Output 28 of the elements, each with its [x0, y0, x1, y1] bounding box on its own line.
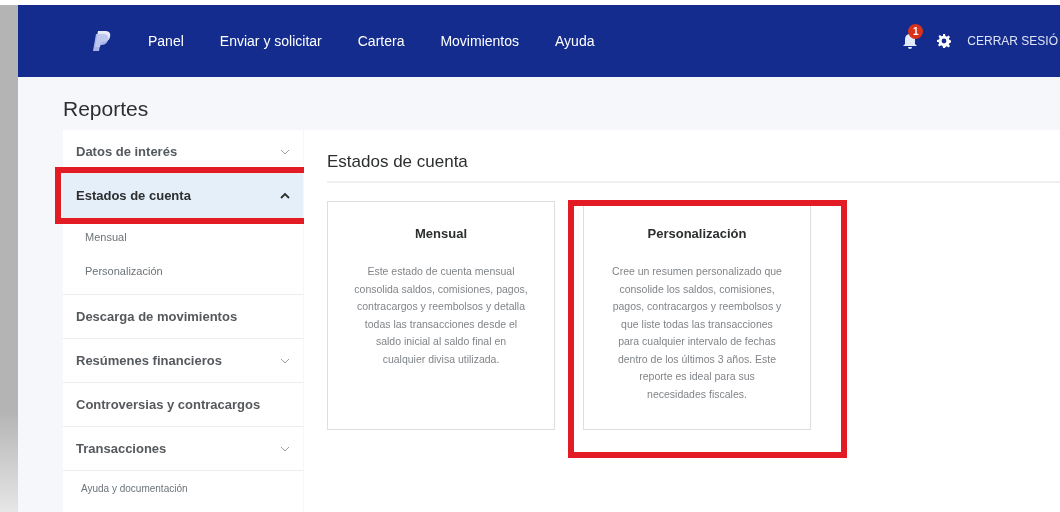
logout-link[interactable]: CERRAR SESIÓ — [967, 34, 1058, 48]
help-link[interactable]: Ayuda y documentación — [63, 471, 188, 494]
settings-icon[interactable] — [937, 34, 952, 48]
nav-link[interactable]: Cartera — [357, 33, 405, 49]
logo-icon[interactable] — [92, 30, 112, 52]
notification-badge: 1 — [908, 24, 924, 39]
page-title: Reportes — [63, 96, 150, 122]
report-card[interactable] — [327, 201, 555, 430]
chevron-up-icon[interactable] — [280, 191, 290, 200]
chevron-down-icon[interactable] — [280, 444, 290, 453]
section-heading: Estados de cuenta — [327, 130, 1060, 183]
chevron-down-icon[interactable] — [280, 147, 290, 156]
card-title: Mensual — [414, 226, 468, 241]
nav-link[interactable]: Enviar y solicitar — [219, 33, 322, 49]
sidebar-item[interactable]: Descarga de movimientos — [63, 295, 303, 339]
nav-link[interactable]: Panel — [148, 33, 184, 49]
submenu-item[interactable]: Mensual — [85, 220, 303, 254]
nav-link[interactable]: Ayuda — [555, 33, 595, 49]
card-title: Personalización — [646, 226, 748, 241]
sidebar-item[interactable]: Estados de cuenta — [63, 174, 303, 218]
card-description: Este estado de cuenta mensual consolida saldos, comisiones, pagos, contracargos y reembolsos y detalla todas las transacciones desde el saldo inicial al saldo final en cualquier divisa utilizada. — [354, 264, 528, 367]
nav-link[interactable]: Movimientos — [440, 33, 519, 49]
chevron-down-icon[interactable] — [280, 356, 290, 365]
sidebar-item[interactable]: Transacciones — [63, 427, 303, 471]
card-description: Cree un resumen personalizado que consolide los saldos, comisiones, pagos, contracargos y reembolsos y que liste todas las transacciones para cualquier intervalo de fechas dentro de los últimos 3 años. Este reporte es ideal para sus necesidades fiscales. — [611, 264, 783, 402]
submenu-item[interactable]: Personalización — [85, 254, 303, 288]
sidebar-item[interactable]: Controversias y contracargos — [63, 383, 303, 427]
sidebar-item[interactable]: Resúmenes financieros — [63, 339, 303, 383]
